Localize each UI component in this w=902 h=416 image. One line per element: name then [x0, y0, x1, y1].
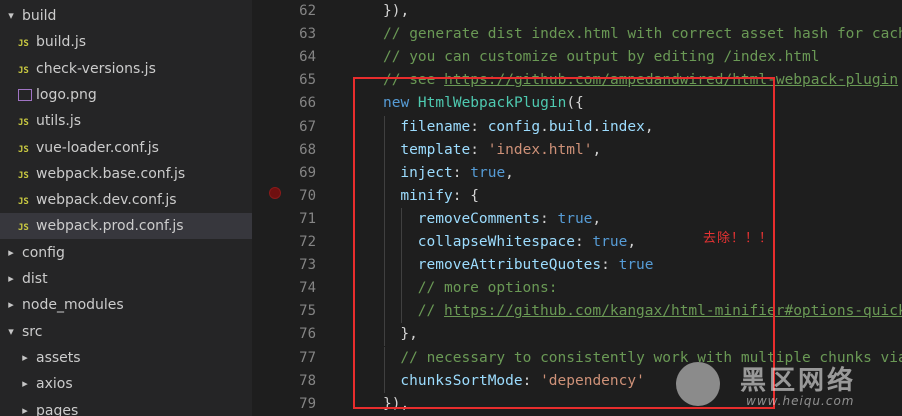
tree-item-label: build.js: [36, 34, 87, 51]
code-line[interactable]: }),: [383, 0, 409, 23]
svg-text:JS: JS: [18, 145, 29, 154]
line-number: 68: [299, 141, 316, 158]
line-number: 71: [299, 210, 316, 227]
code-token: // you can customize output by editing /…: [383, 49, 820, 66]
tree-item-logo-png[interactable]: logo.png: [0, 82, 252, 108]
line-number: 69: [299, 164, 316, 181]
tree-item-dist[interactable]: ▸ dist: [0, 266, 252, 292]
watermark-title: 黑区网络: [740, 366, 857, 396]
chevron-down-icon[interactable]: ▾: [4, 319, 18, 345]
tree-item-webpack-base-conf-js[interactable]: JS webpack.base.conf.js: [0, 161, 252, 187]
tree-item-label: node_modules: [22, 297, 124, 314]
tree-item-label: config: [22, 244, 65, 261]
chevron-right-icon[interactable]: ▸: [4, 266, 18, 292]
line-number: 63: [299, 26, 316, 43]
tree-item-label: axios: [36, 376, 73, 393]
line-number: 65: [299, 72, 316, 89]
explorer-scrollbar[interactable]: [252, 0, 264, 416]
js-file-icon: JS: [18, 115, 32, 128]
image-file-icon: [18, 88, 32, 101]
chevron-right-icon[interactable]: ▸: [18, 398, 32, 416]
line-number: 67: [299, 118, 316, 135]
watermark-url: www.heiqu.com: [746, 394, 855, 408]
code-line[interactable]: // generate dist index.html with correct…: [383, 23, 902, 46]
js-file-icon: JS: [18, 63, 32, 76]
svg-text:JS: JS: [18, 118, 29, 127]
chevron-down-icon[interactable]: ▾: [4, 3, 18, 29]
line-number: 78: [299, 372, 316, 389]
watermark-logo-icon: [676, 362, 720, 406]
js-file-icon: JS: [18, 168, 32, 181]
watermark: 黑区网络 www.heiqu.com: [668, 358, 902, 416]
tree-item-utils-js[interactable]: JS utils.js: [0, 108, 252, 134]
tree-item-axios[interactable]: ▸ axios: [0, 371, 252, 397]
line-number: 66: [299, 95, 316, 112]
file-explorer: ▾ build JS build.js JS check-versions.js logo.…: [0, 0, 252, 416]
chevron-right-icon[interactable]: ▸: [4, 292, 18, 318]
line-number: 75: [299, 303, 316, 320]
tree-item-label: src: [22, 323, 43, 340]
line-number: 72: [299, 234, 316, 250]
tree-item-label: assets: [36, 349, 81, 366]
tree-item-node-modules[interactable]: ▸ node_modules: [0, 292, 252, 318]
js-file-icon: JS: [18, 36, 32, 49]
tree-item-label: webpack.prod.conf.js: [36, 218, 184, 235]
svg-text:JS: JS: [18, 66, 29, 75]
code-token: }),: [383, 3, 410, 19]
tree-item-check-versions-js[interactable]: JS check-versions.js: [0, 56, 252, 82]
svg-text:JS: JS: [18, 197, 29, 206]
svg-text:JS: JS: [18, 171, 29, 180]
svg-text:JS: JS: [18, 223, 29, 232]
chevron-right-icon[interactable]: ▸: [4, 240, 18, 266]
line-number: 79: [299, 395, 316, 412]
js-file-icon: JS: [18, 220, 32, 233]
tree-item-webpack-prod-conf-js[interactable]: JS webpack.prod.conf.js: [0, 213, 252, 240]
tree-item-build-js[interactable]: JS build.js: [0, 29, 252, 55]
tree-item-assets[interactable]: ▸ assets: [0, 345, 252, 371]
line-number: 74: [299, 280, 316, 297]
tree-item-label: logo.png: [36, 86, 97, 103]
code-line[interactable]: // you can customize output by editing /…: [383, 46, 820, 69]
tree-item-label: vue-loader.conf.js: [36, 139, 159, 156]
tree-item-label: build: [22, 8, 57, 24]
tree-item-vue-loader-conf-js[interactable]: JS vue-loader.conf.js: [0, 135, 252, 161]
line-number: 64: [299, 49, 316, 66]
svg-text:JS: JS: [18, 39, 29, 48]
chevron-right-icon[interactable]: ▸: [18, 371, 32, 397]
tree-item-webpack-dev-conf-js[interactable]: JS webpack.dev.conf.js: [0, 187, 252, 213]
line-number: 76: [299, 326, 316, 343]
tree-item-label: utils.js: [36, 113, 82, 130]
tree-item-label: webpack.dev.conf.js: [36, 192, 177, 209]
js-file-icon: JS: [18, 194, 32, 207]
tree-item-label: check-versions.js: [36, 60, 156, 77]
breakpoint-marker[interactable]: [269, 187, 281, 199]
line-number: 77: [299, 349, 316, 366]
tree-item-config[interactable]: ▸ config: [0, 240, 252, 266]
chevron-right-icon[interactable]: ▸: [18, 345, 32, 371]
tree-item-build[interactable]: ▾ build: [0, 3, 252, 29]
js-file-icon: JS: [18, 142, 32, 155]
tree-item-src[interactable]: ▾ src: [0, 319, 252, 345]
tree-item-label: dist: [22, 271, 48, 287]
tree-item-pages[interactable]: ▸ pages: [0, 398, 252, 416]
annotation-note: 去除！！！: [703, 231, 774, 246]
tree-item-label: pages: [36, 402, 79, 416]
line-number: 62: [299, 3, 316, 19]
tree-item-label: webpack.base.conf.js: [36, 165, 186, 182]
line-number: 73: [299, 257, 316, 274]
code-token: // generate dist index.html with correct…: [383, 26, 902, 43]
